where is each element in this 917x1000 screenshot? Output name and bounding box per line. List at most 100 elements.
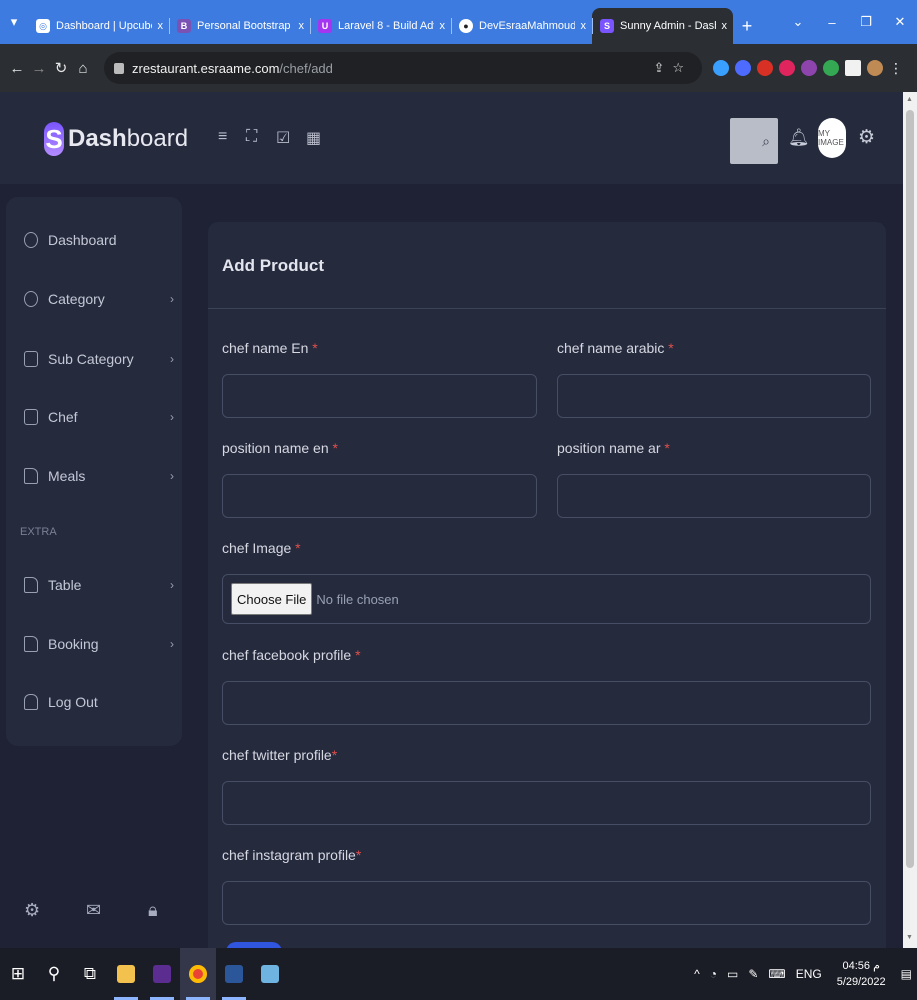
extension-icon[interactable]	[735, 60, 751, 76]
adblock-icon[interactable]	[779, 60, 795, 76]
settings-icon[interactable]: ⚙	[24, 900, 40, 921]
chef-image-field[interactable]: Choose File No file chosen	[222, 574, 871, 624]
twitter-input[interactable]	[223, 782, 870, 824]
sidebar-item-chef[interactable]: Chef ›	[24, 406, 174, 428]
position-ar-input[interactable]	[558, 475, 870, 517]
extension-icon[interactable]	[757, 60, 773, 76]
search-icon[interactable]: ⚲	[36, 948, 72, 1000]
chef-name-ar-input[interactable]	[558, 375, 870, 417]
minimize-icon[interactable]: –	[815, 15, 849, 30]
scroll-down-icon[interactable]: ▼	[906, 934, 913, 941]
divider	[208, 308, 886, 309]
window-controls: ⌄ – ❐ ✕	[781, 0, 917, 44]
address-bar[interactable]: zrestaurant.esraame.com /chef/add ⇪☆	[104, 52, 702, 84]
chef-name-ar-label: chef name arabic *	[557, 340, 674, 356]
task-view-icon[interactable]: ⧉	[72, 948, 108, 1000]
chef-name-en-field[interactable]	[222, 374, 537, 418]
mail-icon[interactable]: ✉	[86, 900, 101, 921]
browser-tab[interactable]: B Personal Bootstrap Template x	[169, 8, 310, 44]
sidebar-item-category[interactable]: Category ›	[24, 288, 174, 310]
chevron-right-icon: ›	[170, 637, 174, 651]
fullscreen-icon[interactable]: ⛶	[246, 128, 257, 146]
scrollbar-thumb[interactable]	[906, 110, 914, 868]
search-button[interactable]: ⌕	[730, 118, 778, 164]
back-icon[interactable]: ←	[6, 60, 28, 77]
facebook-field[interactable]	[222, 681, 871, 725]
chef-name-en-label: chef name En *	[222, 340, 318, 356]
checkbox-icon[interactable]: ☑	[276, 128, 290, 148]
tab-list-icon[interactable]: ⌄	[781, 14, 815, 30]
lock-icon[interactable]: 🔒︎	[148, 900, 158, 921]
scroll-up-icon[interactable]: ▲	[906, 96, 913, 103]
page-scrollbar[interactable]: ▲ ▼	[903, 92, 917, 948]
sidebar-item-booking[interactable]: Booking ›	[24, 633, 174, 655]
chef-name-ar-field[interactable]	[557, 374, 871, 418]
user-avatar[interactable]: MY IMAGE	[818, 118, 846, 158]
profile-avatar-icon[interactable]	[867, 60, 883, 76]
twitter-field[interactable]	[222, 781, 871, 825]
browser-tab[interactable]: ● DevEsraaMahmoud/Ecomm x	[451, 8, 592, 44]
tray-overflow-icon[interactable]: ^	[694, 967, 700, 981]
sidebar-item-logout[interactable]: Log Out	[24, 691, 174, 713]
app-icon[interactable]	[252, 948, 288, 1000]
position-ar-field[interactable]	[557, 474, 871, 518]
close-window-icon[interactable]: ✕	[883, 14, 917, 30]
restore-icon[interactable]: ❐	[849, 14, 883, 30]
sidebar-item-label: Dashboard	[48, 232, 117, 248]
choose-file-button[interactable]: Choose File	[231, 583, 313, 615]
wifi-icon[interactable]: ◔	[710, 967, 717, 981]
extension-icon[interactable]	[823, 60, 839, 76]
sidebar-item-meals[interactable]: Meals ›	[24, 465, 174, 487]
instagram-input[interactable]	[223, 882, 870, 924]
browser-tab-active[interactable]: S Sunny Admin - Dashboard x	[592, 8, 733, 44]
facebook-input[interactable]	[223, 682, 870, 724]
tab-close-icon[interactable]: x	[158, 20, 164, 32]
visual-studio-icon[interactable]	[144, 948, 180, 1000]
notification-center-icon[interactable]: ▤	[901, 967, 912, 981]
battery-icon[interactable]: ▭	[727, 967, 738, 981]
tab-close-icon[interactable]: x	[299, 20, 305, 32]
avatar-text: MY IMAGE	[818, 129, 844, 147]
browser-menu-icon[interactable]: ⋮	[889, 60, 903, 76]
sidebar-item-table[interactable]: Table ›	[24, 574, 174, 596]
extension-icon[interactable]	[713, 60, 729, 76]
tab-close-icon[interactable]: x	[440, 20, 446, 32]
new-tab-button[interactable]: +	[733, 8, 761, 44]
file-explorer-icon[interactable]	[108, 948, 144, 1000]
word-icon[interactable]	[216, 948, 252, 1000]
browser-tab[interactable]: ◎ Dashboard | Upcube - Admin x	[28, 8, 169, 44]
brand-logo[interactable]: S Dash board	[44, 122, 188, 156]
pie-chart-icon	[24, 232, 38, 248]
calendar-icon[interactable]: ▦	[306, 128, 321, 148]
menu-icon[interactable]: ≡	[218, 128, 227, 146]
sidebar-item-dashboard[interactable]: Dashboard	[24, 229, 174, 251]
tab-close-icon[interactable]: x	[581, 20, 587, 32]
clock[interactable]: 04:56 م 5/29/2022	[837, 958, 886, 990]
home-icon[interactable]: ⌂	[72, 60, 94, 77]
share-bookmark-icons[interactable]: ⇪☆	[653, 60, 692, 76]
tab-close-icon[interactable]: x	[722, 20, 728, 32]
settings-gear-icon[interactable]: ⚙	[858, 126, 875, 149]
tab-search-icon[interactable]: ▾	[0, 0, 28, 44]
extension-icon[interactable]	[801, 60, 817, 76]
bootstrap-icon: B	[177, 19, 191, 33]
windows-start-icon[interactable]: ⊞	[0, 948, 36, 1000]
position-en-field[interactable]	[222, 474, 537, 518]
search-icon: ⌕	[762, 132, 770, 149]
sidebar-item-label: Table	[48, 577, 82, 593]
language-indicator[interactable]: ENG	[796, 967, 822, 981]
sidebar-item-sub-category[interactable]: Sub Category ›	[24, 348, 174, 370]
position-en-input[interactable]	[223, 475, 536, 517]
instagram-field[interactable]	[222, 881, 871, 925]
chrome-icon[interactable]	[180, 948, 216, 1000]
upcube-icon: ◎	[36, 19, 50, 33]
browser-tab[interactable]: U Laravel 8 - Build Advance E x	[310, 8, 451, 44]
puzzle-icon[interactable]	[845, 60, 861, 76]
lock-icon	[114, 62, 124, 74]
chef-name-en-input[interactable]	[223, 375, 536, 417]
forward-icon[interactable]: →	[28, 60, 50, 77]
reload-icon[interactable]: ↻	[50, 59, 72, 77]
pen-icon[interactable]: ✎	[748, 967, 758, 981]
notification-bell-icon[interactable]: 🔔︎	[788, 128, 810, 148]
keyboard-icon[interactable]: ⌨	[768, 967, 785, 981]
